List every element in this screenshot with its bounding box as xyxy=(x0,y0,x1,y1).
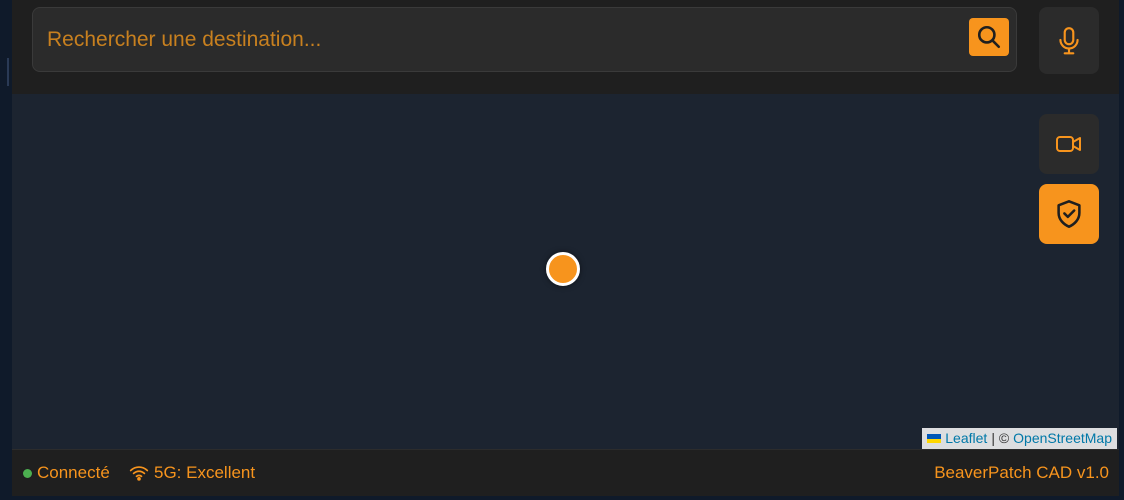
wifi-icon xyxy=(129,466,149,481)
map-view[interactable]: Leaflet | © OpenStreetMap xyxy=(12,94,1119,449)
current-location-marker[interactable] xyxy=(546,252,580,286)
edge-divider xyxy=(7,58,9,86)
attribution-separator: | © xyxy=(991,430,1010,446)
search-icon xyxy=(977,25,1001,49)
search-input[interactable] xyxy=(47,8,947,71)
ukraine-flag-icon xyxy=(927,434,942,443)
map-attribution: Leaflet | © OpenStreetMap xyxy=(922,428,1117,449)
connection-status-dot xyxy=(23,469,32,478)
window-frame: Leaflet | © OpenStreetMap Connecté 5G: E… xyxy=(0,0,1124,500)
leaflet-link[interactable]: Leaflet xyxy=(945,428,987,449)
video-camera-icon xyxy=(1056,136,1081,152)
microphone-icon xyxy=(1059,26,1079,54)
video-button[interactable] xyxy=(1039,114,1099,174)
app-version-label: BeaverPatch CAD v1.0 xyxy=(934,463,1109,482)
search-box xyxy=(32,7,1017,72)
shield-check-icon xyxy=(1057,200,1081,228)
voice-search-button[interactable] xyxy=(1039,7,1099,74)
bottom-edge xyxy=(0,496,1124,500)
search-button[interactable] xyxy=(969,18,1009,56)
status-bar: Connecté 5G: Excellent BeaverPatch CAD v… xyxy=(12,449,1119,496)
top-bar xyxy=(12,0,1119,94)
security-mode-button[interactable] xyxy=(1039,184,1099,244)
app-container: Leaflet | © OpenStreetMap Connecté 5G: E… xyxy=(12,0,1119,500)
network-quality-label: 5G: Excellent xyxy=(154,463,256,482)
openstreetmap-link[interactable]: OpenStreetMap xyxy=(1013,428,1112,449)
connection-status-label: Connecté xyxy=(37,463,110,482)
